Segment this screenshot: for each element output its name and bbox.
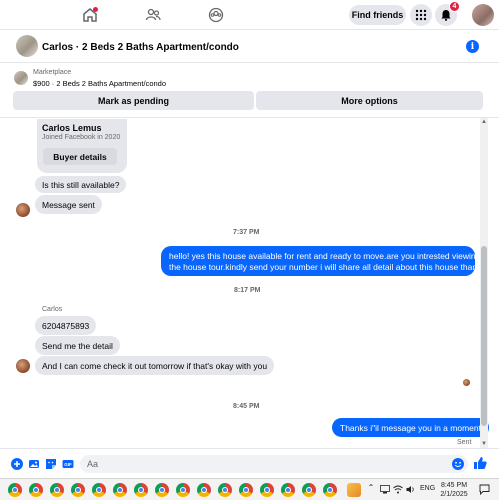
buyer-profile-card: Carlos Lemus Joined Facebook in 2020 Buy… [37,119,127,173]
home-icon[interactable] [80,5,100,25]
show-hidden-icons-icon[interactable]: ⌃ [366,483,376,492]
sender-name: Carlos [42,306,63,313]
profile-avatar[interactable] [472,4,494,26]
my-message-line: hello! yes this house available for rent… [169,251,481,261]
chrome-icon[interactable] [8,483,22,497]
more-options-button[interactable]: More options [256,91,483,110]
timestamp: 8:17 PM [234,287,261,294]
clock-date: 2/1/2025 [440,491,468,498]
gif-icon[interactable]: GIF [62,458,74,470]
seen-indicator-avatar [463,379,470,386]
notification-badge: 4 [449,1,460,12]
wifi-icon[interactable] [393,485,403,494]
message-status: Sent [457,439,472,446]
chrome-icon[interactable] [239,483,253,497]
chrome-icon[interactable] [29,483,43,497]
grid-menu-icon [415,9,427,21]
sticker-icon[interactable] [45,458,57,470]
chrome-icon[interactable] [155,483,169,497]
home-notification-dot [93,7,98,12]
mark-as-pending-button[interactable]: Mark as pending [13,91,254,110]
message-bubble: Message sent [35,195,102,214]
chrome-icon[interactable] [323,483,337,497]
message-bubble: Is this still available? [35,176,127,193]
chrome-icon[interactable] [71,483,85,497]
marketplace-label: Marketplace [33,69,72,76]
message-composer: GIF Aa [0,448,499,478]
svg-text:GIF: GIF [64,462,72,467]
message-bubble: And I can come check it out tomorrow if … [35,356,275,375]
chrome-icon[interactable] [134,483,148,497]
emoji-icon[interactable] [452,458,464,470]
message-bubble: 6204875893 [35,316,97,335]
chat-header: Carlos · 2 Beds 2 Baths Apartment/condo … [0,31,499,63]
timestamp: 7:37 PM [233,229,260,236]
menu-button[interactable] [410,4,432,26]
buyer-name: Carlos Lemus [42,123,102,133]
chrome-icon[interactable] [260,483,274,497]
friends-icon[interactable] [143,5,163,25]
language-indicator[interactable]: ENG [420,485,435,492]
buyer-joined: Joined Facebook in 2020 [42,134,121,141]
like-icon[interactable] [473,456,487,470]
listing-thumbnail[interactable] [16,35,38,57]
timestamp: 8:45 PM [233,403,260,410]
find-friends-button[interactable]: Find friends [349,5,406,25]
message-input-placeholder: Aa [87,459,99,469]
scrollbar-thumb[interactable] [481,246,487,426]
chrome-icon[interactable] [92,483,106,497]
network-icon[interactable] [380,485,390,494]
windows-taskbar: ⌃ ENG 8:45 PM 2/1/2025 [0,478,499,500]
buyer-details-button[interactable]: Buyer details [43,148,117,165]
groups-icon[interactable] [206,5,226,25]
contact-avatar[interactable] [16,203,30,217]
marketplace-bar: Marketplace $900 · 2 Beds 2 Baths Apartm… [0,64,499,118]
scroll-down-arrow-icon[interactable]: ▼ [480,440,488,448]
info-icon[interactable]: i [466,40,479,53]
chrome-icon[interactable] [302,483,316,497]
chat-title[interactable]: Carlos · 2 Beds 2 Baths Apartment/condo [42,42,239,53]
contact-avatar[interactable] [16,359,30,373]
chrome-icon[interactable] [218,483,232,497]
clock-time: 8:45 PM [440,482,468,489]
marketplace-thumbnail [14,71,28,85]
taskbar-clock[interactable]: 8:45 PM 2/1/2025 [437,481,471,499]
speaker-icon[interactable] [406,485,416,494]
photo-icon[interactable] [28,458,40,470]
my-message-bubble: Thanks i"il message you in a moment [332,418,489,437]
message-bubble: Send me the detail [35,336,120,355]
my-message-bubble: hello! yes this house available for rent… [161,246,488,276]
top-navigation: Find friends 4 [0,0,499,30]
chrome-icon[interactable] [50,483,64,497]
chrome-icon[interactable] [113,483,127,497]
chrome-icon[interactable] [197,483,211,497]
notification-center-icon[interactable] [479,484,490,496]
weather-icon[interactable] [347,483,361,497]
message-input[interactable]: Aa [80,455,468,473]
my-message-line: the house tour.kindly send your number i… [169,262,488,272]
chrome-icon[interactable] [281,483,295,497]
listing-description[interactable]: $900 · 2 Beds 2 Baths Apartment/condo [33,79,166,88]
chrome-icon[interactable] [176,483,190,497]
plus-icon[interactable] [11,458,23,470]
scroll-up-arrow-icon[interactable]: ▲ [480,118,488,126]
message-scrollbar[interactable]: ▲ ▼ [480,118,488,448]
